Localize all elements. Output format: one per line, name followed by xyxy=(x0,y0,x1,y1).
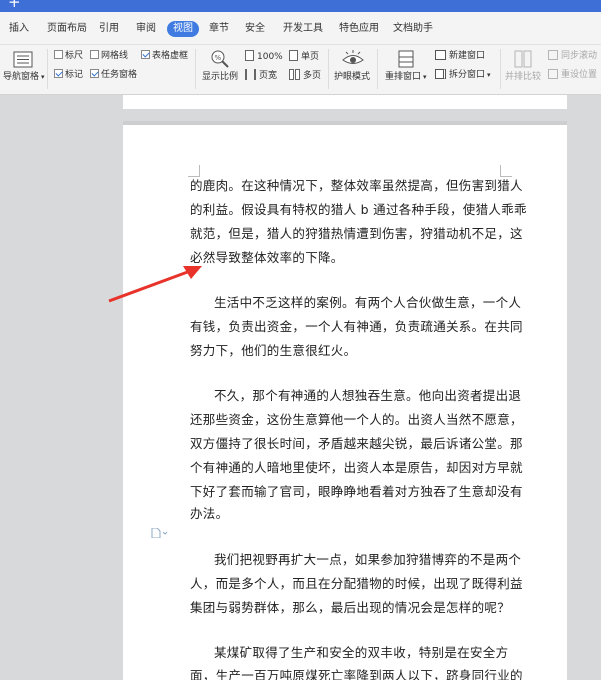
sync-scroll-button[interactable]: 同步滚动 xyxy=(548,50,597,62)
text-line[interactable]: 面，生产一百万吨原煤死亡率降到两人以下，跻身同行业的 xyxy=(190,668,523,680)
display-ratio-button[interactable]: 显示比例 xyxy=(202,71,238,83)
text-line[interactable]: 有钱，负责出资金，一个人有神通，负责疏通关系。在共同 xyxy=(190,319,523,335)
sync-scroll-icon xyxy=(548,50,558,60)
new-window-icon xyxy=(435,50,446,60)
reset-position-icon xyxy=(548,69,558,79)
view-ribbon: 导航窗格 ▾ 标尺 网格线 表格虚框 标记 任务窗格 % 显示比例 100% 页宽… xyxy=(0,45,601,95)
menu-developer-tools[interactable]: 开发工具 xyxy=(283,22,323,36)
svg-text:%: % xyxy=(215,54,222,62)
previous-page-end xyxy=(123,95,567,109)
single-page-button[interactable]: 单页 xyxy=(289,50,319,63)
dropdown-arrow-icon: ▾ xyxy=(41,73,45,81)
reset-position-button[interactable]: 重设位置 xyxy=(548,69,597,81)
page-width-button[interactable]: 页宽 xyxy=(245,69,277,82)
text-line[interactable]: 某煤矿取得了生产和安全的双丰收，特别是在安全方 xyxy=(214,645,526,661)
menu-view[interactable]: 视图 xyxy=(167,21,199,37)
multi-page-button[interactable]: 多页 xyxy=(289,69,321,82)
multi-page-icon xyxy=(295,69,300,80)
red-arrow-annotation xyxy=(108,266,202,303)
title-bar: + xyxy=(0,0,601,12)
text-line[interactable]: 就范，但是，猎人的狩猎热情遭到伤害，狩猎动机不足，这 xyxy=(190,226,523,242)
dropdown-arrow-icon: ▾ xyxy=(487,71,491,79)
text-line[interactable]: 的鹿肉。在这种情况下，整体效率虽然提高，但伤害到猎人 xyxy=(190,178,523,194)
page-width-icon xyxy=(245,69,256,80)
menu-security[interactable]: 安全 xyxy=(245,22,265,36)
side-by-side-icon[interactable] xyxy=(514,50,532,68)
dropdown-arrow-icon: ▾ xyxy=(423,73,427,81)
menu-review[interactable]: 审阅 xyxy=(136,22,156,36)
marks-checkbox[interactable]: 标记 xyxy=(54,69,83,81)
split-window-button[interactable]: 拆分窗口 ▾ xyxy=(435,69,491,81)
text-line[interactable]: 集团与弱势群体，那么，最后出现的情况会是怎样的呢？ xyxy=(190,600,510,616)
margin-corner-mark xyxy=(188,165,200,177)
text-line[interactable]: 必然导致整体效率的下降。 xyxy=(190,250,502,266)
text-line[interactable]: 生活中不乏这样的案例。有两个人合伙做生意，一个人 xyxy=(214,295,526,311)
menu-page-layout[interactable]: 页面布局 xyxy=(47,22,87,36)
zoom-100-button[interactable]: 100% xyxy=(245,50,283,63)
checked-checkbox-icon xyxy=(90,69,99,78)
menu-insert[interactable]: 插入 xyxy=(9,22,29,36)
menu-special-apps[interactable]: 特色应用 xyxy=(339,22,379,36)
side-by-side-button[interactable]: 并排比较 xyxy=(505,71,541,83)
zoom-ratio-icon[interactable]: % xyxy=(210,49,230,69)
single-page-icon xyxy=(289,50,298,61)
text-line[interactable]: 下好了套而输了官司，眼睁睁地看着对方独吞了生意却没有 xyxy=(190,484,523,500)
eye-icon[interactable] xyxy=(341,50,365,68)
text-line[interactable]: 人，而是多个人，而且在分配猎物的时候，出现了既得利益 xyxy=(190,576,523,592)
text-line[interactable]: 还那些资金，这份生意算他一个人的。出资人当然不愿意， xyxy=(190,412,523,428)
new-window-button[interactable]: 新建窗口 xyxy=(435,50,485,62)
paragraph-icon[interactable] xyxy=(151,527,169,541)
menu-sections[interactable]: 章节 xyxy=(209,22,229,36)
text-line[interactable]: 我们把视野再扩大一点，如果参加狩猎博弈的不是两个 xyxy=(214,552,526,568)
menu-bar: 插入 页面布局 引用 审阅 视图 章节 安全 开发工具 特色应用 文档助手 xyxy=(0,12,601,45)
checkbox-icon xyxy=(54,50,63,59)
multi-page-icon xyxy=(289,69,294,80)
page-icon xyxy=(245,50,254,61)
menu-doc-assistant[interactable]: 文档助手 xyxy=(393,22,433,36)
document-icon xyxy=(151,527,168,539)
text-line[interactable]: 双方僵持了很长时间，矛盾越来越尖锐，最后诉诸公堂。那 xyxy=(190,436,523,452)
margin-corner-mark xyxy=(500,165,512,177)
new-tab-button[interactable]: + xyxy=(8,0,21,10)
task-pane-checkbox[interactable]: 任务窗格 xyxy=(90,69,137,81)
checked-checkbox-icon xyxy=(141,50,150,59)
gridlines-checkbox[interactable]: 网格线 xyxy=(90,50,128,62)
split-window-icon xyxy=(435,69,446,79)
text-line[interactable]: 办法。 xyxy=(190,506,502,522)
navigation-pane-icon[interactable] xyxy=(13,51,33,68)
text-line[interactable]: 个有神通的人暗地里使坏，出资人本是原告，却因对方早就 xyxy=(190,460,523,476)
table-gridlines-checkbox[interactable]: 表格虚框 xyxy=(141,50,188,62)
menu-references[interactable]: 引用 xyxy=(99,22,119,36)
text-line[interactable]: 的利益。假设具有特权的猎人 b 通过各种手段，使猎人乖乖 xyxy=(190,202,526,218)
text-line[interactable]: 不久，那个有神通的人想独吞生意。他向出资者提出退 xyxy=(214,388,526,404)
arrange-windows-button[interactable]: 重排窗口 ▾ xyxy=(385,71,427,83)
navigation-pane-button[interactable]: 导航窗格 ▾ xyxy=(3,71,45,83)
eye-protection-mode-button[interactable]: 护眼模式 xyxy=(334,71,370,83)
checked-checkbox-icon xyxy=(54,69,63,78)
text-line[interactable]: 努力下，他们的生意很红火。 xyxy=(190,343,502,359)
checkbox-icon xyxy=(90,50,99,59)
arrange-windows-icon[interactable] xyxy=(398,50,414,68)
ruler-checkbox[interactable]: 标尺 xyxy=(54,50,83,62)
page-gap xyxy=(123,109,567,121)
